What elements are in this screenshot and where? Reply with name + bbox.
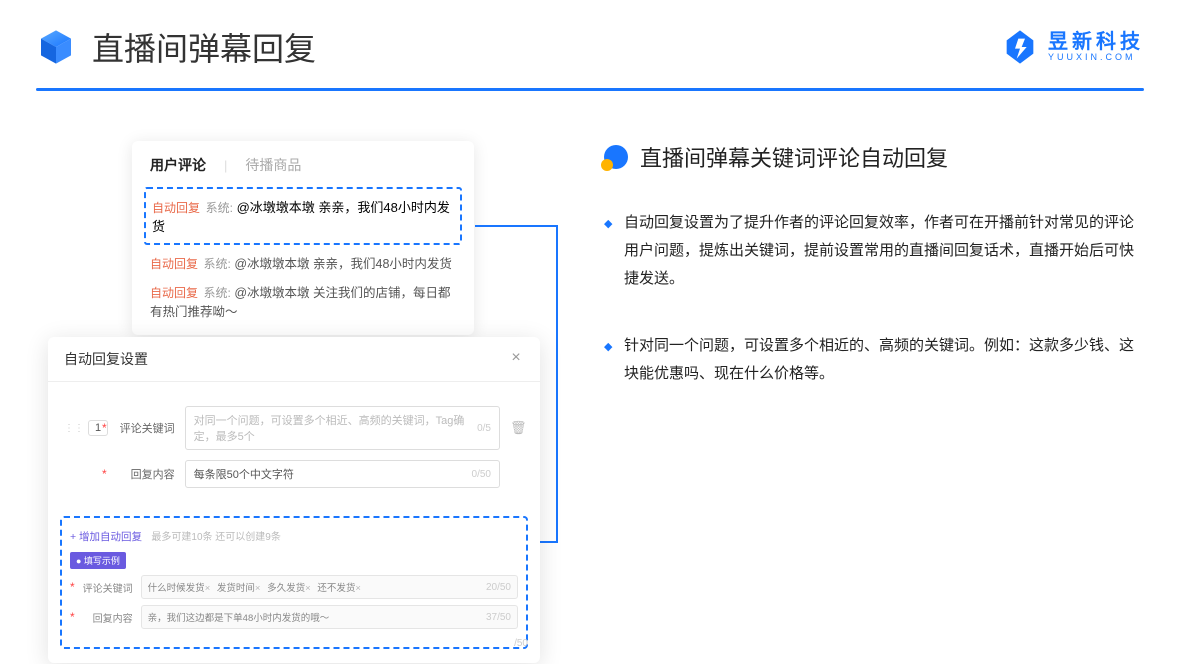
bullet-text: 针对同一个问题，可设置多个相近的、高频的关键词。例如：这款多少钱、这块能优惠吗、… [624,332,1144,388]
required-dot: * [70,580,75,594]
modal-title: 自动回复设置 [64,349,148,369]
add-limit-hint: 最多可建10条 还可以创建9条 [151,532,280,543]
description-bullet: ◆ 自动回复设置为了提升作者的评论回复效率，作者可在开播前针对常见的评论用户问题… [604,209,1144,292]
description-column: 直播间弹幕关键词评论自动回复 ◆ 自动回复设置为了提升作者的评论回复效率，作者可… [604,141,1144,663]
description-bullet: ◆ 针对同一个问题，可设置多个相近的、高频的关键词。例如：这款多少钱、这块能优惠… [604,332,1144,388]
keyword-chip[interactable]: 还不发货× [317,583,361,594]
required-dot: * [102,421,107,435]
auto-reply-badge: 自动回复 [150,257,198,271]
keyword-chip[interactable]: 发货时间× [217,583,261,594]
diamond-icon: ◆ [604,337,614,388]
comment-text: @冰墩墩本墩 亲亲，我们48小时内发货 [234,257,452,271]
comment-item: 自动回复 系统: @冰墩墩本墩 亲亲，我们48小时内发货 [150,255,456,274]
brand-logo: 昱新科技 YUUXIN.COM [1000,27,1144,67]
keyword-chip[interactable]: 多久发货× [267,583,311,594]
system-label: 系统: [204,286,231,300]
cube-icon [36,27,76,67]
tab-user-comments[interactable]: 用户评论 [150,155,206,175]
char-counter: 37/50 [486,612,511,623]
highlighted-comment: 自动回复 系统: @冰墩墩本墩 亲亲，我们48小时内发货 [144,187,462,245]
page-header: 直播间弹幕回复 昱新科技 YUUXIN.COM [0,0,1180,70]
auto-reply-badge: 自动回复 [150,286,198,300]
connector-line [475,225,557,227]
comment-item: 自动回复 系统: @冰墩墩本墩 关注我们的店铺，每日都有热门推荐呦～ [150,284,456,322]
bullet-text: 自动回复设置为了提升作者的评论回复效率，作者可在开播前针对常见的评论用户问题，提… [624,209,1144,292]
auto-reply-badge: 自动回复 [152,201,200,215]
char-counter: 0/50 [472,469,491,480]
tab-pending-goods[interactable]: 待播商品 [245,155,301,175]
logo-text-cn: 昱新科技 [1048,32,1144,52]
section-title: 直播间弹幕关键词评论自动回复 [640,141,948,173]
add-auto-reply-link[interactable]: + 增加自动回复 [70,531,142,543]
logo-icon [1000,27,1040,67]
comments-panel: 用户评论 | 待播商品 自动回复 系统: @冰墩墩本墩 亲亲，我们48小时内发货… [132,141,474,335]
system-label: 系统: [206,201,233,215]
delete-icon[interactable]: 🗑 [510,420,524,436]
diamond-icon: ◆ [604,214,614,292]
screenshot-column: 用户评论 | 待播商品 自动回复 系统: @冰墩墩本墩 亲亲，我们48小时内发货… [48,141,548,663]
ex-content-label: 回复内容 [83,610,133,625]
ex-keyword-input[interactable]: 什么时候发货× 发货时间× 多久发货× 还不发货× 20/50 [141,575,518,599]
close-icon[interactable]: × [508,351,524,367]
content-input[interactable]: 每条限50个中文字符0/50 [185,460,500,488]
tab-separator: | [224,158,227,173]
example-badge: ● 填写示例 [70,552,126,569]
ex-content-input[interactable]: 亲，我们这边都是下单48小时内发货的哦～ 37/50 [141,605,518,629]
ex-keyword-label: 评论关键词 [83,580,133,595]
auto-reply-settings-modal: 自动回复设置 × ⋮⋮1 * 评论关键词 对同一个问题，可设置多个相近、高频的关… [48,337,540,663]
content-label: 回复内容 [117,466,175,482]
required-dot: * [102,467,107,481]
logo-text-en: YUUXIN.COM [1048,52,1144,62]
keyword-chip[interactable]: 什么时候发货× [148,583,211,594]
char-counter: 0/5 [477,423,491,434]
page-title: 直播间弹幕回复 [92,24,1000,70]
example-section: + 增加自动回复 最多可建10条 还可以创建9条 ● 填写示例 * 评论关键词 … [60,516,528,649]
required-dot: * [70,610,75,624]
connector-line [556,225,558,541]
keyword-label: 评论关键词 [117,420,175,436]
drag-handle[interactable]: ⋮⋮1 [64,420,92,436]
system-label: 系统: [204,257,231,271]
char-counter: 20/50 [486,582,511,593]
section-bullet-icon [604,145,628,169]
extra-counter: /50 [514,638,528,649]
keyword-input[interactable]: 对同一个问题，可设置多个相近、高频的关键词，Tag确定，最多5个0/5 [185,406,500,450]
